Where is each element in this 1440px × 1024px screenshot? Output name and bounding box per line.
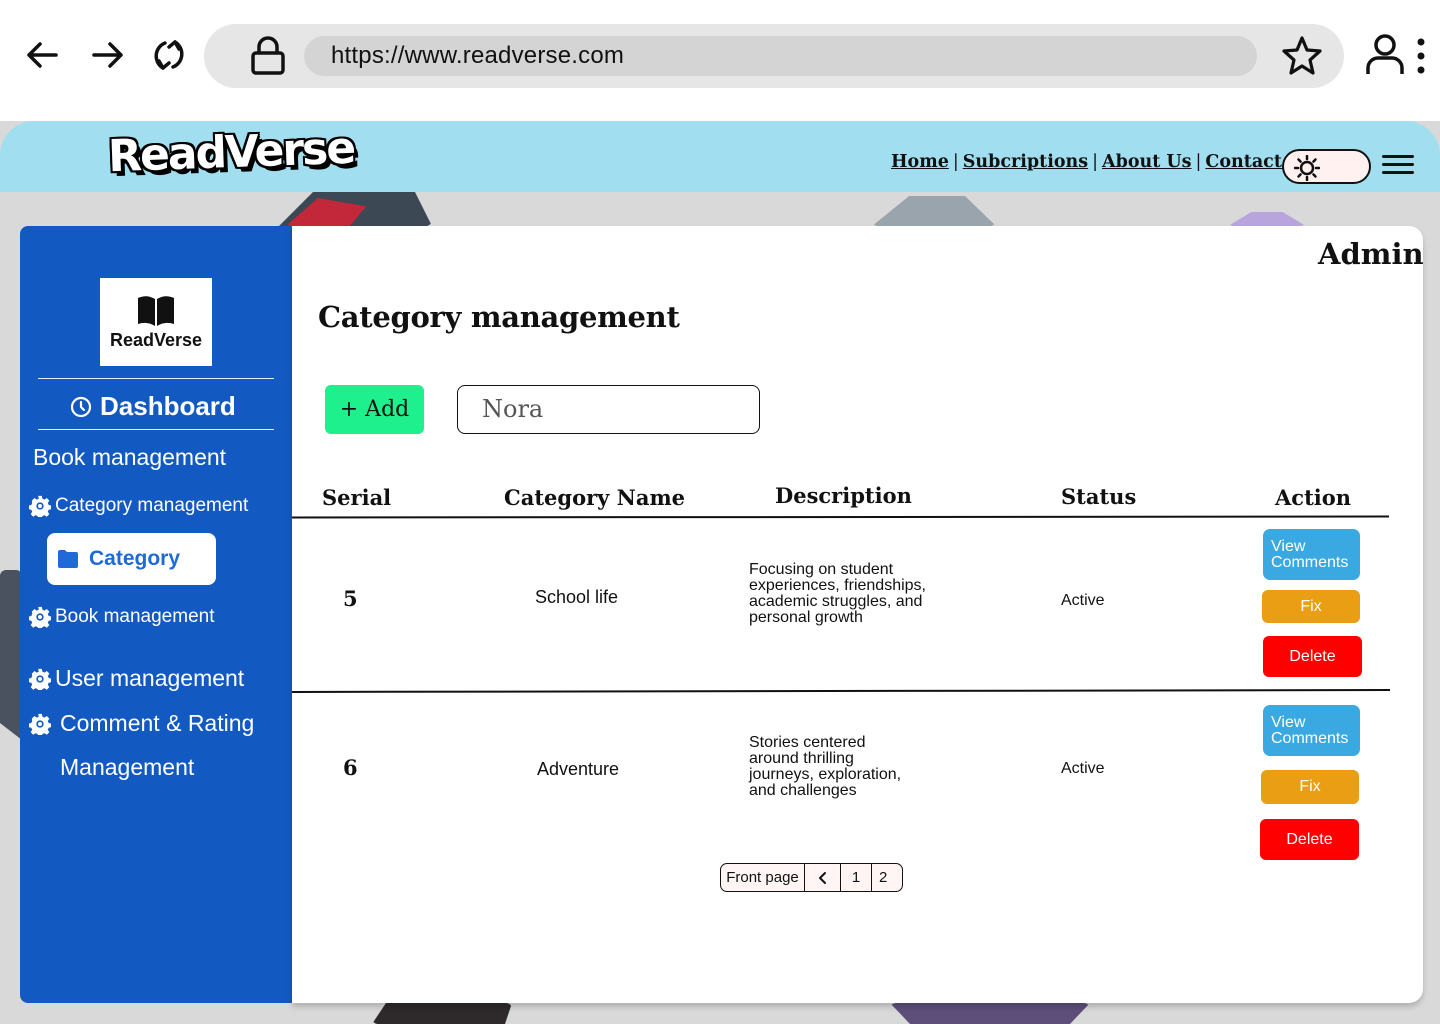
view-comments-button[interactable]: View Comments [1263, 529, 1360, 580]
url-field[interactable]: https://www.readverse.com [304, 36, 1257, 76]
nav-separator: | [1092, 152, 1099, 172]
cell-status: Active [1061, 760, 1105, 777]
column-header-status: Status [1061, 484, 1137, 509]
background-poster [890, 1003, 1090, 1024]
cell-description: Stories centered around thrilling journe… [749, 734, 902, 799]
top-navigation: Home | Subcriptions | About Us | Contact… [891, 152, 1313, 172]
sidebar-item-label: User management [55, 665, 245, 691]
forward-arrow-icon [92, 42, 123, 68]
user-icon[interactable] [1362, 32, 1408, 78]
column-header-action: Action [1275, 485, 1352, 510]
star-icon[interactable] [1280, 34, 1324, 78]
page-title: Category management [318, 300, 680, 334]
sidebar-item-book-management[interactable]: Book management [29, 606, 215, 628]
nav-about-link[interactable]: About Us [1102, 152, 1192, 172]
hamburger-icon[interactable] [1382, 155, 1414, 179]
fix-button[interactable]: Fix [1261, 770, 1359, 804]
gear-icon [29, 606, 51, 628]
nav-subscriptions-link[interactable]: Subcriptions [963, 152, 1088, 172]
cell-serial: 5 [343, 586, 358, 611]
forward-button[interactable] [83, 30, 133, 80]
cell-category-name: School life [535, 587, 619, 607]
sidebar-item-dashboard[interactable]: Dashboard [70, 391, 236, 422]
back-arrow-icon [27, 42, 58, 68]
background-poster [1228, 212, 1306, 226]
sidebar-item-label: Category management [55, 495, 249, 516]
add-category-button[interactable]: + Add [325, 385, 424, 434]
sidebar-logo[interactable]: ReadVerse [100, 278, 212, 366]
view-comments-button[interactable]: View Comments [1263, 705, 1360, 756]
pagination: Front page 1 2 [720, 863, 903, 892]
reload-icon [154, 40, 184, 70]
column-header-serial: Serial [322, 485, 392, 510]
nav-home-link[interactable]: Home [891, 152, 949, 172]
delete-button[interactable]: Delete [1263, 636, 1362, 677]
sidebar-item-label: Comment & Rating [60, 710, 255, 736]
sidebar-item-category[interactable]: Category [47, 533, 216, 585]
browser-toolbar: https://www.readverse.com [0, 0, 1440, 121]
search-input[interactable]: Nora [457, 385, 760, 434]
gear-icon [29, 668, 51, 690]
fix-button[interactable]: Fix [1262, 590, 1360, 623]
sidebar-item-label: Dashboard [100, 391, 236, 421]
clock-icon [70, 396, 92, 417]
gear-icon [29, 495, 51, 517]
sidebar-item-label[interactable]: Management [60, 754, 194, 781]
page-button[interactable]: 2 [871, 864, 902, 891]
front-page-button[interactable]: Front page [721, 864, 804, 891]
sidebar-item-category-management[interactable]: Category management [29, 495, 248, 517]
background-poster [872, 196, 996, 226]
reload-button[interactable] [144, 30, 194, 80]
background-poster [372, 1003, 512, 1024]
nav-separator: | [952, 152, 959, 172]
previous-page-button[interactable] [804, 864, 840, 891]
divider [38, 378, 274, 379]
column-header-category-name: Category Name [504, 485, 686, 510]
lock-icon [251, 36, 285, 75]
gear-icon [29, 713, 51, 735]
sidebar-item-comment-rating[interactable]: Comment & Rating [29, 710, 254, 737]
divider [38, 429, 274, 430]
sidebar-item-label: Book management [55, 606, 215, 627]
site-logo[interactable]: ReadVerse [107, 123, 355, 183]
cell-status: Active [1061, 592, 1105, 609]
back-button[interactable] [17, 30, 67, 80]
delete-button[interactable]: Delete [1260, 819, 1359, 860]
column-header-description: Description [775, 483, 912, 508]
kebab-menu-icon[interactable] [1410, 36, 1432, 76]
background-poster [0, 570, 22, 740]
cell-description: Focusing on student experiences, friends… [749, 561, 926, 626]
book-icon [138, 296, 174, 326]
nav-separator: | [1195, 152, 1202, 172]
user-role-label: Admin [1318, 237, 1424, 271]
sun-icon [1294, 155, 1320, 181]
page-button[interactable]: 1 [840, 864, 871, 891]
sidebar-item-user-management[interactable]: User management [29, 665, 244, 692]
theme-toggle[interactable] [1282, 149, 1371, 184]
sidebar-section-title: Book management [33, 444, 227, 470]
cell-category-name: Adventure [537, 759, 620, 779]
sidebar-logo-text: ReadVerse [109, 330, 203, 350]
sidebar-item-label: Category [89, 547, 181, 570]
cell-serial: 6 [343, 755, 358, 780]
folder-icon [58, 550, 78, 568]
chevron-left-icon [818, 871, 826, 884]
